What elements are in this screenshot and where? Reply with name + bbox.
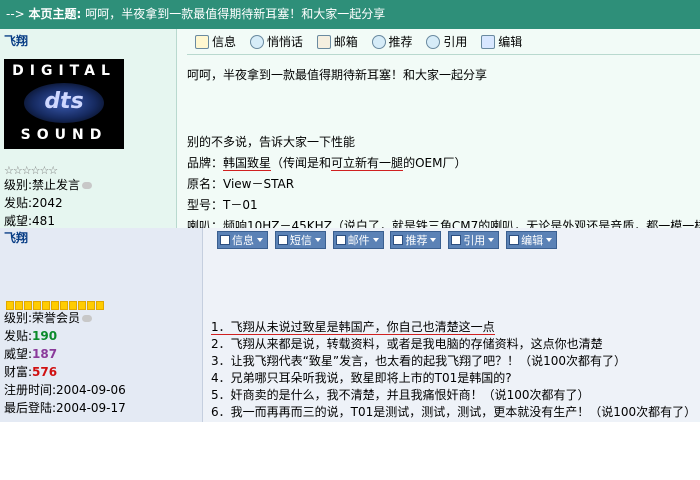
post1-toolbar: 信息 悄悄话 邮箱 推荐 引用 编辑 (195, 33, 532, 53)
dropdown-arrow-icon (546, 238, 553, 242)
post2-prestige: 威望:187 (4, 347, 58, 361)
recommend-button[interactable]: 推荐 (390, 231, 442, 249)
dropdown-arrow-icon (314, 238, 321, 242)
quote-icon (426, 34, 441, 49)
post1-separator (187, 54, 700, 55)
post1-username[interactable]: 飞翔 (4, 32, 28, 49)
post1-brand-line: 品牌：韩国致星（传闻是和可立新有一腿的OEM厂） (187, 156, 467, 171)
post2-line: 1．飞翔从未说过致星是韩国产，你自己也清楚这一点 (211, 320, 495, 335)
message-button[interactable]: 短信 (274, 231, 326, 249)
topic-title[interactable]: 呵呵，半夜拿到一款最值得期待新耳塞！和大家一起分享 (85, 7, 385, 21)
whisper-icon (249, 34, 264, 49)
recommend-icon (393, 235, 404, 245)
post2-line: 2．飞翔从来都是说，转载资料，或者是我电脑的存储资料，这点你也清楚 (211, 337, 603, 351)
edit-button[interactable]: 编辑 (481, 33, 522, 50)
post2-line: 4．兄弟哪只耳朵听我说，致星即将上市的T01是韩国的? (211, 371, 512, 385)
topic-label: 本页主题: (28, 7, 82, 21)
level-gem-icon (82, 315, 93, 322)
signature-divider: - - - - - - - - (211, 418, 337, 422)
mail-icon (316, 34, 331, 49)
post2-line: 3．让我飞翔代表“致星”发言，也太看的起我飞翔了吧？！（说100次都有了） (211, 354, 626, 368)
mailbox-button[interactable]: 邮箱 (316, 33, 358, 50)
recommend-icon (371, 34, 386, 49)
dropdown-arrow-icon (257, 238, 263, 242)
topic-bar: --> 本页主题: 呵呵，半夜拿到一款最值得期待新耳塞！和大家一起分享 (0, 0, 700, 29)
edit-icon (481, 34, 496, 49)
dropdown-arrow-icon (488, 238, 495, 242)
recommend-button[interactable]: 推荐 (371, 33, 413, 50)
post1-line: 呵呵，半夜拿到一款最值得期待新耳塞！和大家一起分享 (187, 68, 488, 82)
dropdown-arrow-icon (430, 238, 437, 242)
quote-icon (451, 235, 462, 245)
email-button[interactable]: 邮件 (332, 231, 384, 249)
dropdown-arrow-icon (372, 238, 379, 242)
post2-wealth: 财富:576 (4, 365, 58, 379)
dts-avatar: DIGITAL dts SOUND (4, 59, 124, 149)
topic-prefix: --> (6, 7, 25, 21)
quote-button[interactable]: 引用 (426, 33, 467, 50)
post2-author-panel: 飞翔 级别:荣誉会员 发贴:190 威望:187 财富:576 注册时间:200… (0, 228, 202, 422)
mail-icon (335, 235, 346, 245)
post2-toolbar: 信息 短信 邮件 推荐 引用 编辑 (217, 231, 560, 249)
post2-content-panel: 信息 短信 邮件 推荐 引用 编辑 1．飞翔从未说过致星是韩国产，你自己也清楚这… (203, 228, 700, 422)
post1-speaker-line: 喇叭：频响10HZ－45KHZ（说白了，就是铁三角CM7的喇叭，无论是外观还是音… (187, 219, 700, 228)
rank-bar (6, 299, 105, 310)
post1-posts: 发贴:2042 (4, 196, 63, 210)
post2-line: 5．奸商卖的是什么，我不清楚，并且我痛恨奸商！（说100次都有了） (211, 388, 590, 402)
post1-author-panel: 飞翔 DIGITAL dts SOUND ☆☆☆☆☆☆ 级别:禁止发言 发贴:2… (0, 29, 176, 228)
info-icon (195, 34, 209, 49)
quote-button[interactable]: 引用 (448, 231, 500, 249)
post2-username[interactable]: 飞翔 (4, 229, 28, 246)
post1-line: 别的不多说，告诉大家一下性能 (187, 135, 356, 149)
info-button[interactable]: 信息 (195, 33, 236, 50)
info-icon (220, 235, 230, 245)
info-button[interactable]: 信息 (217, 231, 268, 249)
edit-icon (509, 235, 520, 245)
post1-prestige: 威望:481 (4, 214, 55, 228)
whisper-button[interactable]: 悄悄话 (249, 33, 303, 50)
message-icon (277, 235, 288, 245)
post2-posts: 发贴:190 (4, 329, 58, 343)
edit-button[interactable]: 编辑 (506, 231, 558, 249)
post2-register-date: 注册时间:2004-09-06 (4, 383, 126, 397)
avatar-text-top: DIGITAL (12, 63, 116, 79)
post2-last-login: 最后登陆:2004-09-17 (4, 401, 126, 415)
level-gem-icon (82, 182, 93, 189)
post2-level: 级别:荣誉会员 (4, 309, 93, 327)
post1-model-line: 型号：T－01 (187, 198, 258, 212)
post1-content-panel: 信息 悄悄话 邮箱 推荐 引用 编辑 呵呵，半夜拿到一款最值得期待新耳塞！和大家… (177, 29, 700, 228)
post1-level: 级别:禁止发言 (4, 176, 93, 194)
avatar-text-bottom: SOUND (20, 127, 108, 143)
avatar-text-mid: dts (44, 89, 84, 114)
avatar-emblem: dts (24, 83, 104, 123)
post1-origin-line: 原名：View－STAR (187, 177, 295, 191)
